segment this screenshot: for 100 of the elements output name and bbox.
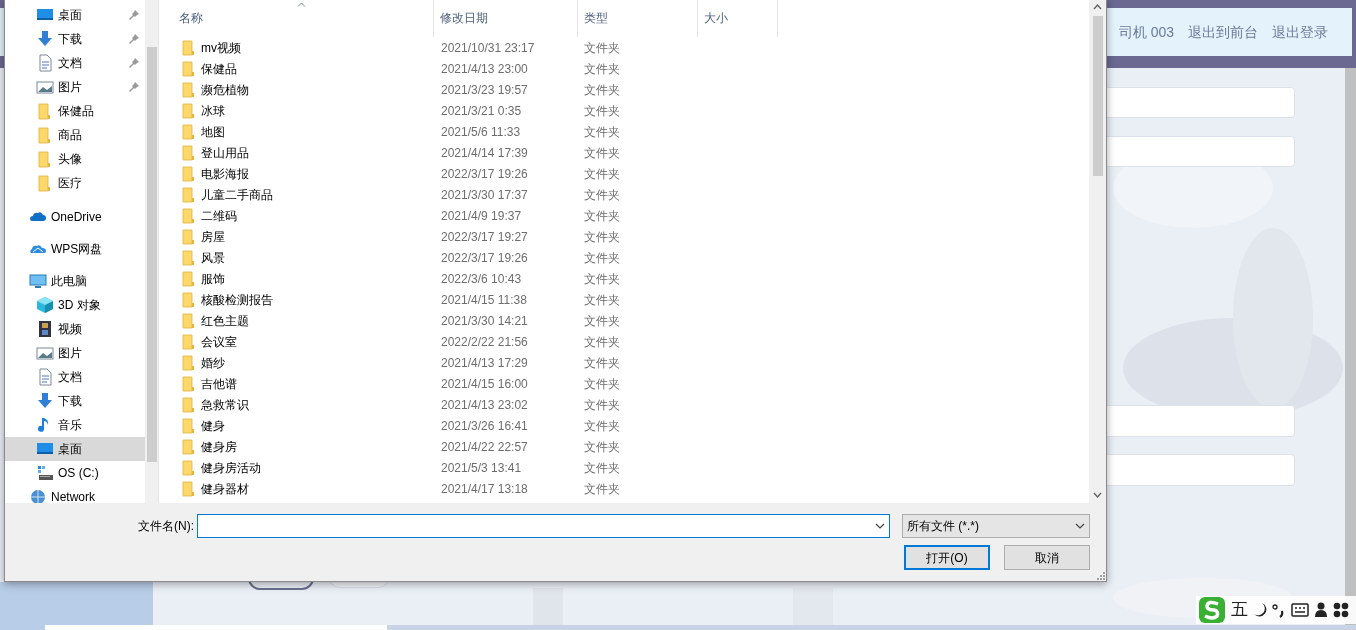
file-row[interactable]: 电影海报 2022/3/17 19:26 文件夹 (159, 163, 1089, 184)
file-name: 登山用品 (201, 144, 249, 162)
scrollbar-thumb[interactable] (146, 47, 157, 462)
file-row[interactable]: 登山用品 2021/4/14 17:39 文件夹 (159, 142, 1089, 163)
column-header[interactable]: 类型 (578, 0, 698, 37)
nav-item[interactable]: 文档 (5, 365, 146, 389)
nav-item[interactable]: 视频 (5, 317, 146, 341)
file-date: 2021/4/13 17:29 (440, 354, 529, 372)
file-type-dropdown[interactable]: 所有文件 (*.*) (902, 514, 1090, 538)
resize-grip-icon[interactable] (1097, 572, 1105, 580)
file-type: 文件夹 (583, 207, 621, 225)
file-date: 2021/4/13 23:02 (440, 396, 529, 414)
file-row[interactable]: 急救常识 2021/4/13 23:02 文件夹 (159, 394, 1089, 415)
file-row[interactable]: 核酸检测报告 2021/4/15 11:38 文件夹 (159, 289, 1089, 310)
scrollbar[interactable] (145, 0, 158, 503)
header-link[interactable]: 退出到前台 (1188, 21, 1258, 43)
nav-item[interactable]: 桌面 (5, 437, 146, 461)
file-row[interactable]: 冰球 2021/3/21 0:35 文件夹 (159, 100, 1089, 121)
file-date: 2022/3/17 19:26 (440, 165, 529, 183)
folder-icon (182, 144, 196, 161)
file-type: 文件夹 (583, 81, 621, 99)
file-name: 吉他谱 (201, 375, 237, 393)
nav-item[interactable]: 此电脑 (5, 269, 146, 293)
file-row[interactable]: 二维码 2021/4/9 19:37 文件夹 (159, 205, 1089, 226)
file-row[interactable]: 红色主题 2021/3/30 14:21 文件夹 (159, 310, 1089, 331)
pin-icon[interactable] (129, 34, 139, 44)
ime-logo-icon[interactable] (1198, 596, 1226, 624)
scrollbar[interactable] (1345, 65, 1356, 625)
file-row[interactable]: 健身器材 2021/4/17 13:18 文件夹 (159, 478, 1089, 499)
folder-icon (182, 165, 196, 182)
file-row[interactable]: 地图 2021/5/6 11:33 文件夹 (159, 121, 1089, 142)
filename-field[interactable] (197, 514, 890, 538)
keyboard-icon[interactable] (1291, 603, 1309, 617)
nav-item[interactable]: 头像 (5, 147, 146, 171)
file-row[interactable]: 保健品 2021/4/13 23:00 文件夹 (159, 58, 1089, 79)
nav-item[interactable]: 下载 (5, 389, 146, 413)
folder-icon (182, 102, 196, 119)
nav-item[interactable]: 文档 (5, 51, 146, 75)
nav-item[interactable]: 图片 (5, 341, 146, 365)
nav-item[interactable]: OneDrive (5, 205, 146, 229)
file-row[interactable]: 会议室 2022/2/22 21:56 文件夹 (159, 331, 1089, 352)
file-type: 文件夹 (583, 312, 621, 330)
scrollbar[interactable] (1089, 0, 1106, 503)
moon-icon[interactable] (1253, 602, 1267, 618)
user-icon[interactable] (1314, 602, 1328, 618)
file-row[interactable]: 濒危植物 2021/3/23 19:57 文件夹 (159, 79, 1089, 100)
nav-item[interactable]: 下载 (5, 27, 146, 51)
file-type: 文件夹 (583, 60, 621, 78)
pin-icon[interactable] (129, 82, 139, 92)
file-row[interactable]: 吉他谱 2021/4/15 16:00 文件夹 (159, 373, 1089, 394)
column-header[interactable]: 大小 (698, 0, 778, 37)
scroll-down-icon[interactable] (1093, 492, 1102, 498)
file-name: mv视频 (201, 39, 241, 57)
column-header[interactable]: 修改日期 (434, 0, 578, 37)
nav-item[interactable]: 图片 (5, 75, 146, 99)
folder-icon (182, 228, 196, 245)
file-name: 健身器材 (201, 480, 249, 498)
nav-item[interactable]: 保健品 (5, 99, 146, 123)
nav-item[interactable]: Network (5, 485, 146, 503)
scroll-up-icon[interactable] (1093, 4, 1102, 10)
scrollbar-thumb[interactable] (1092, 16, 1103, 176)
folder-icon (182, 207, 196, 224)
cancel-button[interactable]: 取消 (1004, 545, 1090, 570)
folder-icon (182, 123, 196, 140)
nav-item[interactable]: OS (C:) (5, 461, 146, 485)
column-header[interactable]: 名称 (159, 0, 434, 37)
file-row[interactable]: 房屋 2022/3/17 19:27 文件夹 (159, 226, 1089, 247)
file-date: 2022/3/17 19:26 (440, 249, 529, 267)
file-type: 文件夹 (583, 165, 621, 183)
folder-icon (182, 459, 196, 476)
pin-icon[interactable] (129, 10, 139, 20)
punctuation-icon[interactable] (1272, 602, 1286, 618)
file-row[interactable]: 健身房活动 2021/5/3 13:41 文件夹 (159, 457, 1089, 478)
grid-icon[interactable] (1333, 602, 1349, 618)
nav-item[interactable]: 桌面 (5, 3, 146, 27)
file-row[interactable]: 风景 2022/3/17 19:26 文件夹 (159, 247, 1089, 268)
folder-icon (182, 354, 196, 371)
input-mode-label[interactable]: 五 (1231, 597, 1248, 623)
nav-item[interactable]: 商品 (5, 123, 146, 147)
folder-icon (182, 375, 196, 392)
file-date: 2021/4/22 22:57 (440, 438, 529, 456)
file-name: 儿童二手商品 (201, 186, 273, 204)
file-name: 健身房活动 (201, 459, 261, 477)
file-row[interactable]: 健身 2021/3/26 16:41 文件夹 (159, 415, 1089, 436)
nav-item[interactable]: 医疗 (5, 171, 146, 195)
file-row[interactable]: 健身房 2021/4/22 22:57 文件夹 (159, 436, 1089, 457)
file-row[interactable]: 婚纱 2021/4/13 17:29 文件夹 (159, 352, 1089, 373)
folder-icon (182, 291, 196, 308)
open-button[interactable]: 打开(O) (904, 545, 990, 570)
file-row[interactable]: 服饰 2022/3/6 10:43 文件夹 (159, 268, 1089, 289)
file-row[interactable]: mv视频 2021/10/31 23:17 文件夹 (159, 37, 1089, 58)
header-link[interactable]: 司机 003 (1118, 21, 1174, 43)
film-icon (36, 320, 54, 338)
nav-item[interactable]: 音乐 (5, 413, 146, 437)
nav-item[interactable]: 3D 对象 (5, 293, 146, 317)
file-row[interactable]: 儿童二手商品 2021/3/30 17:37 文件夹 (159, 184, 1089, 205)
pin-icon[interactable] (129, 58, 139, 68)
nav-item[interactable]: WPS网盘 (5, 237, 146, 261)
header-link[interactable]: 退出登录 (1272, 21, 1328, 43)
folder-icon (182, 60, 196, 77)
